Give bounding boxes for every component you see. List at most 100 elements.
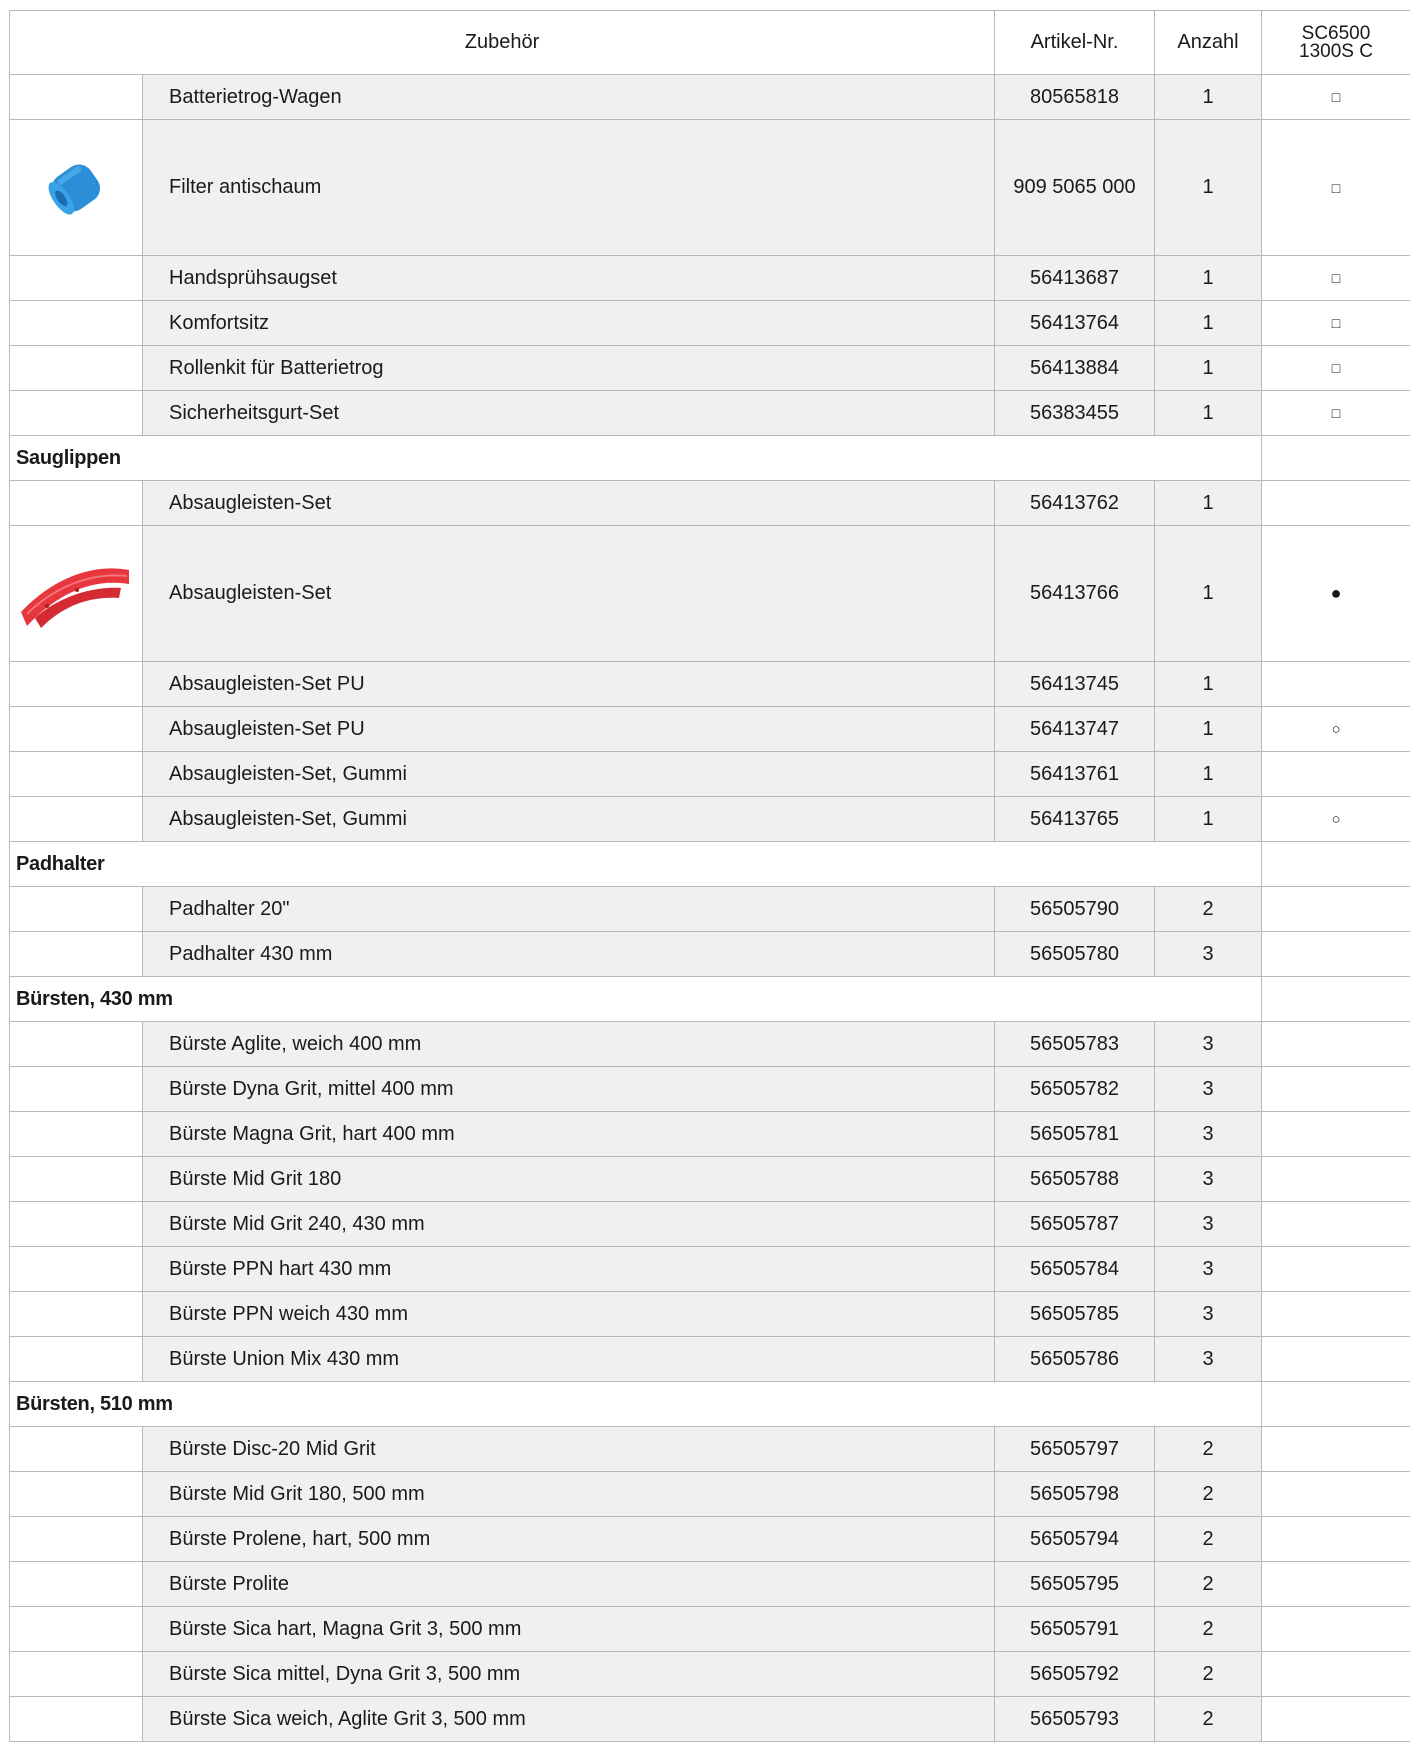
item-article-number: 56505795	[994, 1561, 1155, 1607]
item-article-number: 56413687	[994, 255, 1155, 301]
item-availability	[1261, 931, 1410, 977]
item-name: Padhalter 20"	[142, 886, 995, 932]
item-name: Bürste Mid Grit 180, 500 mm	[142, 1471, 995, 1517]
item-availability	[1261, 480, 1410, 526]
item-article-number: 56505780	[994, 931, 1155, 977]
header-model-line1: SC6500	[1301, 22, 1371, 44]
item-article-number: 56505786	[994, 1336, 1155, 1382]
product-image-cell	[9, 1696, 143, 1742]
item-name: Bürste Aglite, weich 400 mm	[142, 1021, 995, 1067]
item-name: Bürste Disc-20 Mid Grit	[142, 1426, 995, 1472]
product-image-cell	[9, 1021, 143, 1067]
item-quantity: 3	[1154, 931, 1262, 977]
item-quantity: 1	[1154, 525, 1262, 662]
table-row: Bürste Sica hart, Magna Grit 3, 500 mm 56…	[9, 1606, 1410, 1652]
table-row: Handsprühsaugset 56413687 1 □	[9, 255, 1410, 301]
item-article-number: 56413765	[994, 796, 1155, 842]
product-image-cell	[9, 751, 143, 797]
table-row: Bürste Sica mittel, Dyna Grit 3, 500 mm 5…	[9, 1651, 1410, 1697]
item-quantity: 2	[1154, 1516, 1262, 1562]
item-article-number: 56505798	[994, 1471, 1155, 1517]
item-availability: □	[1261, 74, 1410, 120]
item-availability	[1261, 1156, 1410, 1202]
item-availability	[1261, 1516, 1410, 1562]
item-quantity: 1	[1154, 300, 1262, 346]
product-image-cell	[9, 706, 143, 752]
item-article-number: 56413884	[994, 345, 1155, 391]
table-row: Bürste Prolene, hart, 500 mm 56505794 2	[9, 1516, 1410, 1562]
item-name: Bürste PPN weich 430 mm	[142, 1291, 995, 1337]
table-row: Bürste Sica weich, Aglite Grit 3, 500 mm…	[9, 1696, 1410, 1742]
item-quantity: 1	[1154, 751, 1262, 797]
red-squeegee-blade-image	[21, 567, 129, 628]
item-availability: ○	[1261, 706, 1410, 752]
item-quantity: 2	[1154, 886, 1262, 932]
item-name: Bürste Sica hart, Magna Grit 3, 500 mm	[142, 1606, 995, 1652]
item-availability	[1261, 1561, 1410, 1607]
item-quantity: 1	[1154, 661, 1262, 707]
header-accessory: Zubehör	[9, 10, 995, 75]
item-name: Handsprühsaugset	[142, 255, 995, 301]
product-image-cell	[9, 525, 143, 662]
product-image-cell	[9, 1471, 143, 1517]
table-row: Bürste Dyna Grit, mittel 400 mm 56505782 3	[9, 1066, 1410, 1112]
product-image-cell	[9, 886, 143, 932]
item-name: Sicherheitsgurt-Set	[142, 390, 995, 436]
item-quantity: 2	[1154, 1606, 1262, 1652]
item-quantity: 1	[1154, 255, 1262, 301]
item-article-number: 56505781	[994, 1111, 1155, 1157]
item-availability	[1261, 661, 1410, 707]
table-row: Bürste Mid Grit 180, 500 mm 56505798 2	[9, 1471, 1410, 1517]
table-row: Padhalter 430 mm 56505780 3	[9, 931, 1410, 977]
item-name: Absaugleisten-Set, Gummi	[142, 751, 995, 797]
category-title: Bürsten, 510 mm	[9, 1381, 1262, 1427]
table-row: Absaugleisten-Set, Gummi 56413761 1	[9, 751, 1410, 797]
item-quantity: 1	[1154, 796, 1262, 842]
item-availability	[1261, 1651, 1410, 1697]
table-row: Bürste Aglite, weich 400 mm 56505783 3	[9, 1021, 1410, 1067]
item-quantity: 1	[1154, 119, 1262, 256]
category-title: Sauglippen	[9, 435, 1262, 481]
table-row: Absaugleisten-Set PU 56413745 1	[9, 661, 1410, 707]
item-availability	[1261, 1336, 1410, 1382]
item-availability: □	[1261, 119, 1410, 256]
item-article-number: 56505783	[994, 1021, 1155, 1067]
item-availability: ●	[1261, 525, 1410, 662]
category-row: Sauglippen	[9, 435, 1410, 481]
item-availability	[1261, 1246, 1410, 1292]
product-image-cell	[9, 390, 143, 436]
table-row: Bürste Union Mix 430 mm 56505786 3	[9, 1336, 1410, 1382]
product-image-cell	[9, 1651, 143, 1697]
header-quantity: Anzahl	[1154, 10, 1262, 75]
item-quantity: 3	[1154, 1201, 1262, 1247]
table-row: Bürste Mid Grit 240, 430 mm 56505787 3	[9, 1201, 1410, 1247]
category-model-cell	[1261, 841, 1410, 887]
product-image-cell	[9, 796, 143, 842]
item-article-number: 56413762	[994, 480, 1155, 526]
item-availability: □	[1261, 300, 1410, 346]
item-article-number: 56413745	[994, 661, 1155, 707]
blue-foam-filter-image	[48, 163, 100, 215]
item-availability	[1261, 1696, 1410, 1742]
item-quantity: 1	[1154, 345, 1262, 391]
item-quantity: 3	[1154, 1111, 1262, 1157]
item-availability	[1261, 1471, 1410, 1517]
table-row: Filter antischaum 909 5065 000 1 □	[9, 119, 1410, 256]
item-availability	[1261, 886, 1410, 932]
item-article-number: 56505785	[994, 1291, 1155, 1337]
category-title: Padhalter	[9, 841, 1262, 887]
item-quantity: 2	[1154, 1696, 1262, 1742]
item-availability	[1261, 1201, 1410, 1247]
item-article-number: 56505792	[994, 1651, 1155, 1697]
product-image-cell	[9, 1066, 143, 1112]
item-article-number: 56505790	[994, 886, 1155, 932]
item-article-number: 56383455	[994, 390, 1155, 436]
product-image-cell	[9, 480, 143, 526]
product-image-cell	[9, 1246, 143, 1292]
table-row: Bürste Mid Grit 180 56505788 3	[9, 1156, 1410, 1202]
category-title: Bürsten, 430 mm	[9, 976, 1262, 1022]
item-quantity: 3	[1154, 1336, 1262, 1382]
item-quantity: 3	[1154, 1291, 1262, 1337]
item-availability	[1261, 1291, 1410, 1337]
item-name: Absaugleisten-Set PU	[142, 661, 995, 707]
